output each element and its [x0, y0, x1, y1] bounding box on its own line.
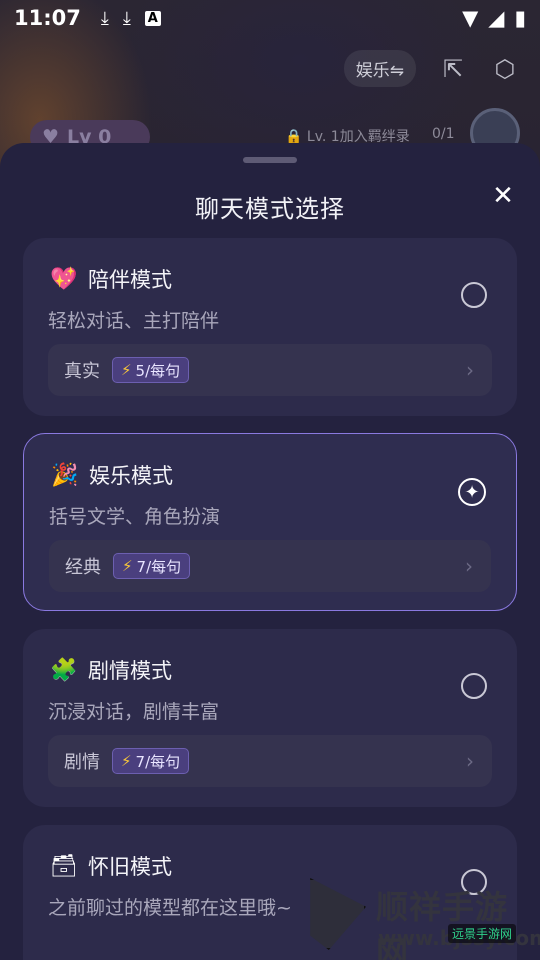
mode-option-row[interactable]: 真实 ⚡ 5/每句 › — [48, 344, 492, 396]
mode-card-header: 🎉 娱乐模式 — [49, 460, 173, 490]
settings-icon[interactable]: ⬡ — [490, 54, 520, 84]
drag-handle[interactable] — [243, 157, 297, 163]
cost-badge: ⚡ 5/每句 — [112, 357, 190, 383]
signal-icon: ◢ — [488, 6, 505, 30]
mode-radio[interactable] — [461, 282, 487, 308]
mode-card-header: 🗃 怀旧模式 — [48, 851, 172, 881]
chevron-right-icon: › — [466, 749, 474, 773]
watermark-small-text: 远景手游网 — [448, 924, 517, 943]
heart-sparkle-icon: 💖 — [50, 266, 78, 292]
level-count: 0/1 — [432, 126, 455, 142]
mode-card-story[interactable]: 🧩 剧情模式 沉浸对话，剧情丰富 剧情 ⚡ 7/每句 › — [23, 629, 517, 807]
mode-switch-pill[interactable]: 娱乐⇋ — [343, 50, 416, 87]
mode-title: 娱乐模式 — [89, 464, 173, 488]
close-button[interactable]: ✕ — [488, 181, 518, 211]
mode-select-sheet: 聊天模式选择 ✕ 💖 陪伴模式 轻松对话、主打陪伴 真实 ⚡ 5/每句 › 🎉 … — [0, 143, 540, 960]
mode-title: 怀旧模式 — [88, 855, 172, 879]
a-icon: A — [144, 10, 161, 26]
mode-option-label: 剧情 — [64, 752, 100, 773]
mode-subtitle: 之前聊过的模型都在这里哦~ — [48, 897, 292, 919]
watermark-logo-icon — [310, 878, 366, 950]
mode-radio-selected[interactable]: ✦ — [458, 478, 486, 506]
cost-badge: ⚡ 7/每句 — [113, 553, 191, 579]
mode-subtitle: 括号文学、角色扮演 — [49, 506, 221, 528]
sparkle-icon: ✦ — [464, 481, 480, 503]
mode-card-companion[interactable]: 💖 陪伴模式 轻松对话、主打陪伴 真实 ⚡ 5/每句 › — [23, 238, 517, 416]
mode-title: 剧情模式 — [88, 659, 172, 683]
mode-subtitle: 沉浸对话，剧情丰富 — [48, 701, 220, 723]
mode-title: 陪伴模式 — [88, 268, 172, 292]
puzzle-icon: 🧩 — [50, 657, 78, 683]
cost-text: 5/每句 — [135, 361, 181, 380]
cost-text: 7/每句 — [135, 752, 181, 771]
box-icon: 🗃 — [50, 853, 78, 879]
lightning-icon: ⚡ — [122, 557, 133, 575]
download-icon: ⤓ — [100, 7, 109, 29]
party-popper-icon: 🎉 — [51, 462, 79, 488]
mode-option-label: 经典 — [65, 557, 101, 578]
status-time: 11:07 — [14, 6, 81, 30]
mode-card-header: 💖 陪伴模式 — [48, 264, 172, 294]
battery-icon: ▮ — [514, 6, 526, 30]
sheet-title: 聊天模式选择 — [195, 195, 345, 223]
watermark: 顺祥手游网 www.bjssy.com 远景手游网 — [300, 870, 540, 960]
mode-option-row[interactable]: 经典 ⚡ 7/每句 › — [49, 540, 491, 592]
lightning-icon: ⚡ — [121, 361, 132, 379]
share-icon[interactable]: ⇱ — [438, 54, 468, 84]
mode-card-entertainment[interactable]: 🎉 娱乐模式 括号文学、角色扮演 ✦ 经典 ⚡ 7/每句 › — [23, 433, 517, 611]
wifi-icon: ▼ — [462, 6, 479, 30]
mode-radio[interactable] — [461, 673, 487, 699]
mode-subtitle: 轻松对话、主打陪伴 — [48, 310, 220, 332]
cost-text: 7/每句 — [136, 557, 182, 576]
background-topbar: 娱乐⇋ ⇱ ⬡ — [343, 50, 520, 87]
mode-card-header: 🧩 剧情模式 — [48, 655, 172, 685]
status-bar: 11:07 ⤓ ⤓ A ▼ ◢ ▮ — [0, 0, 540, 36]
cost-badge: ⚡ 7/每句 — [112, 748, 190, 774]
download-icon: ⤓ — [122, 7, 131, 29]
chevron-right-icon: › — [466, 358, 474, 382]
lightning-icon: ⚡ — [121, 752, 132, 770]
chevron-right-icon: › — [465, 554, 473, 578]
mode-option-row[interactable]: 剧情 ⚡ 7/每句 › — [48, 735, 492, 787]
mode-option-label: 真实 — [64, 361, 100, 382]
